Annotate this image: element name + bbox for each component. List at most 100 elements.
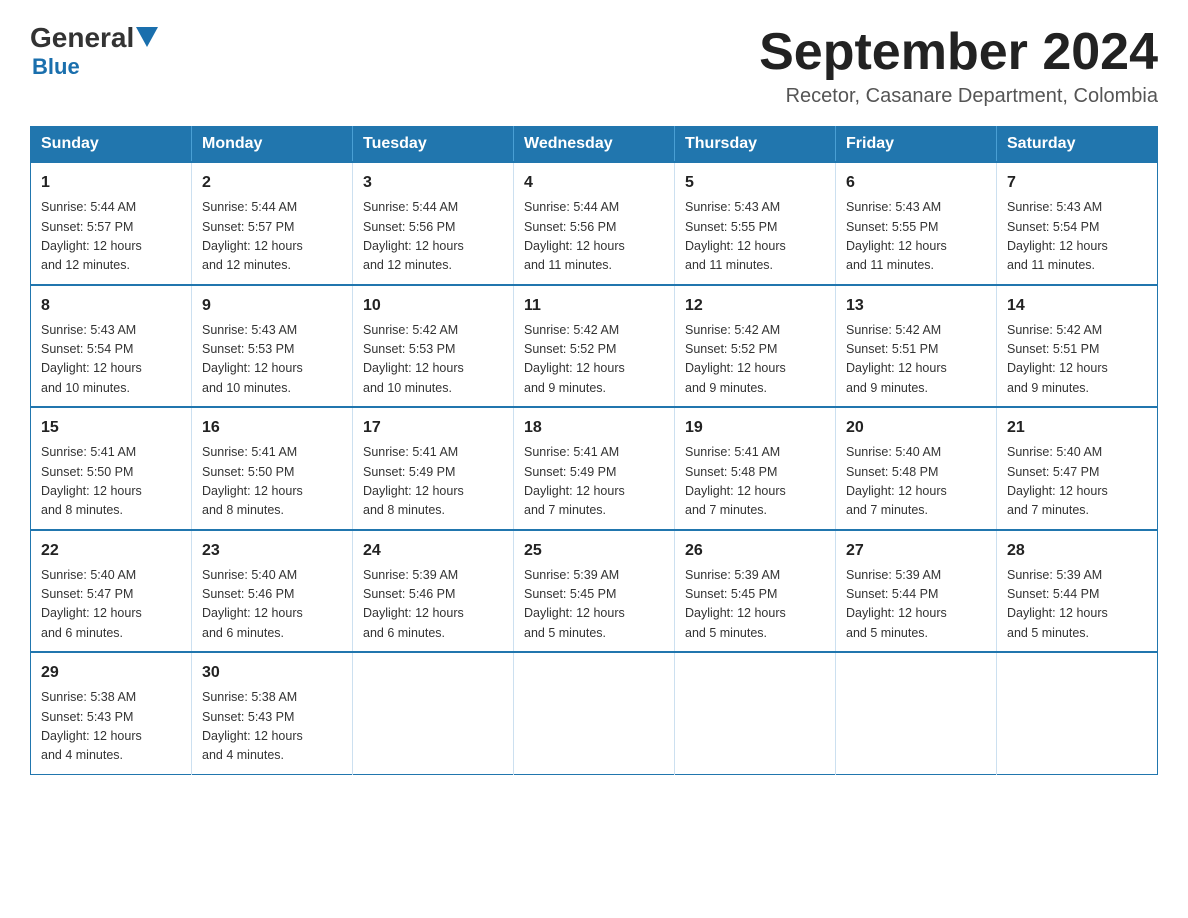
day-number: 17	[363, 416, 503, 440]
day-number: 21	[1007, 416, 1147, 440]
day-number: 9	[202, 294, 342, 318]
day-info: Sunrise: 5:39 AM Sunset: 5:45 PM Dayligh…	[685, 566, 825, 644]
weekday-header-saturday: Saturday	[997, 127, 1158, 163]
day-info: Sunrise: 5:43 AM Sunset: 5:55 PM Dayligh…	[685, 198, 825, 276]
day-info: Sunrise: 5:44 AM Sunset: 5:57 PM Dayligh…	[41, 198, 181, 276]
calendar-cell: 15 Sunrise: 5:41 AM Sunset: 5:50 PM Dayli…	[31, 407, 192, 530]
day-number: 7	[1007, 171, 1147, 195]
day-info: Sunrise: 5:42 AM Sunset: 5:52 PM Dayligh…	[524, 321, 664, 399]
day-info: Sunrise: 5:41 AM Sunset: 5:49 PM Dayligh…	[363, 443, 503, 521]
day-number: 4	[524, 171, 664, 195]
day-number: 19	[685, 416, 825, 440]
calendar-cell: 7 Sunrise: 5:43 AM Sunset: 5:54 PM Daylig…	[997, 162, 1158, 285]
day-info: Sunrise: 5:44 AM Sunset: 5:57 PM Dayligh…	[202, 198, 342, 276]
calendar-cell: 8 Sunrise: 5:43 AM Sunset: 5:54 PM Daylig…	[31, 285, 192, 408]
day-info: Sunrise: 5:40 AM Sunset: 5:48 PM Dayligh…	[846, 443, 986, 521]
day-info: Sunrise: 5:39 AM Sunset: 5:44 PM Dayligh…	[846, 566, 986, 644]
day-number: 23	[202, 539, 342, 563]
calendar-cell	[353, 652, 514, 774]
calendar-cell: 9Sunrise: 5:43 AM Sunset: 5:53 PM Daylig…	[192, 285, 353, 408]
calendar-cell: 23 Sunrise: 5:40 AM Sunset: 5:46 PM Dayli…	[192, 530, 353, 653]
calendar-cell: 25 Sunrise: 5:39 AM Sunset: 5:45 PM Dayli…	[514, 530, 675, 653]
day-number: 18	[524, 416, 664, 440]
calendar-cell: 6Sunrise: 5:43 AM Sunset: 5:55 PM Daylig…	[836, 162, 997, 285]
day-info: Sunrise: 5:41 AM Sunset: 5:48 PM Dayligh…	[685, 443, 825, 521]
day-number: 11	[524, 294, 664, 318]
day-number: 12	[685, 294, 825, 318]
day-info: Sunrise: 5:38 AM Sunset: 5:43 PM Dayligh…	[202, 688, 342, 766]
calendar-table: SundayMondayTuesdayWednesdayThursdayFrid…	[30, 126, 1158, 775]
calendar-cell	[997, 652, 1158, 774]
day-info: Sunrise: 5:43 AM Sunset: 5:55 PM Dayligh…	[846, 198, 986, 276]
day-info: Sunrise: 5:40 AM Sunset: 5:46 PM Dayligh…	[202, 566, 342, 644]
calendar-cell: 17 Sunrise: 5:41 AM Sunset: 5:49 PM Dayli…	[353, 407, 514, 530]
title-area: September 2024 Recetor, Casanare Departm…	[759, 24, 1158, 108]
calendar-week-2: 8 Sunrise: 5:43 AM Sunset: 5:54 PM Daylig…	[31, 285, 1158, 408]
day-info: Sunrise: 5:42 AM Sunset: 5:53 PM Dayligh…	[363, 321, 503, 399]
day-info: Sunrise: 5:42 AM Sunset: 5:51 PM Dayligh…	[846, 321, 986, 399]
day-number: 15	[41, 416, 181, 440]
day-number: 1	[41, 171, 181, 195]
calendar-cell: 21Sunrise: 5:40 AM Sunset: 5:47 PM Dayli…	[997, 407, 1158, 530]
day-info: Sunrise: 5:43 AM Sunset: 5:54 PM Dayligh…	[1007, 198, 1147, 276]
day-info: Sunrise: 5:44 AM Sunset: 5:56 PM Dayligh…	[524, 198, 664, 276]
day-number: 16	[202, 416, 342, 440]
calendar-cell: 29Sunrise: 5:38 AM Sunset: 5:43 PM Dayli…	[31, 652, 192, 774]
calendar-cell: 12 Sunrise: 5:42 AM Sunset: 5:52 PM Dayli…	[675, 285, 836, 408]
day-number: 26	[685, 539, 825, 563]
calendar-cell: 26 Sunrise: 5:39 AM Sunset: 5:45 PM Dayli…	[675, 530, 836, 653]
day-number: 3	[363, 171, 503, 195]
weekday-header-wednesday: Wednesday	[514, 127, 675, 163]
day-info: Sunrise: 5:39 AM Sunset: 5:44 PM Dayligh…	[1007, 566, 1147, 644]
calendar-cell: 19 Sunrise: 5:41 AM Sunset: 5:48 PM Dayli…	[675, 407, 836, 530]
day-number: 14	[1007, 294, 1147, 318]
day-number: 20	[846, 416, 986, 440]
day-number: 13	[846, 294, 986, 318]
weekday-header-monday: Monday	[192, 127, 353, 163]
calendar-week-5: 29Sunrise: 5:38 AM Sunset: 5:43 PM Dayli…	[31, 652, 1158, 774]
calendar-cell: 11 Sunrise: 5:42 AM Sunset: 5:52 PM Dayli…	[514, 285, 675, 408]
day-number: 27	[846, 539, 986, 563]
day-number: 30	[202, 661, 342, 685]
calendar-cell	[514, 652, 675, 774]
day-info: Sunrise: 5:42 AM Sunset: 5:52 PM Dayligh…	[685, 321, 825, 399]
day-number: 8	[41, 294, 181, 318]
day-number: 10	[363, 294, 503, 318]
header-area: General Blue September 2024 Recetor, Cas…	[30, 24, 1158, 108]
day-number: 2	[202, 171, 342, 195]
calendar-cell: 30 Sunrise: 5:38 AM Sunset: 5:43 PM Dayli…	[192, 652, 353, 774]
calendar-cell	[675, 652, 836, 774]
calendar-cell: 10 Sunrise: 5:42 AM Sunset: 5:53 PM Dayli…	[353, 285, 514, 408]
calendar-week-1: 1 Sunrise: 5:44 AM Sunset: 5:57 PM Daylig…	[31, 162, 1158, 285]
logo: General Blue	[30, 24, 158, 80]
calendar-header-row: SundayMondayTuesdayWednesdayThursdayFrid…	[31, 127, 1158, 163]
calendar-cell: 24 Sunrise: 5:39 AM Sunset: 5:46 PM Dayli…	[353, 530, 514, 653]
day-info: Sunrise: 5:41 AM Sunset: 5:50 PM Dayligh…	[41, 443, 181, 521]
weekday-header-thursday: Thursday	[675, 127, 836, 163]
day-number: 28	[1007, 539, 1147, 563]
day-info: Sunrise: 5:43 AM Sunset: 5:54 PM Dayligh…	[41, 321, 181, 399]
weekday-header-friday: Friday	[836, 127, 997, 163]
day-info: Sunrise: 5:39 AM Sunset: 5:46 PM Dayligh…	[363, 566, 503, 644]
day-number: 22	[41, 539, 181, 563]
calendar-cell: 4 Sunrise: 5:44 AM Sunset: 5:56 PM Daylig…	[514, 162, 675, 285]
calendar-cell: 13 Sunrise: 5:42 AM Sunset: 5:51 PM Dayli…	[836, 285, 997, 408]
day-number: 24	[363, 539, 503, 563]
calendar-cell: 1 Sunrise: 5:44 AM Sunset: 5:57 PM Daylig…	[31, 162, 192, 285]
logo-general-text: General	[30, 24, 134, 52]
calendar-cell: 2 Sunrise: 5:44 AM Sunset: 5:57 PM Daylig…	[192, 162, 353, 285]
calendar-cell: 22Sunrise: 5:40 AM Sunset: 5:47 PM Dayli…	[31, 530, 192, 653]
calendar-cell: 3 Sunrise: 5:44 AM Sunset: 5:56 PM Daylig…	[353, 162, 514, 285]
calendar-cell: 20 Sunrise: 5:40 AM Sunset: 5:48 PM Dayli…	[836, 407, 997, 530]
day-info: Sunrise: 5:44 AM Sunset: 5:56 PM Dayligh…	[363, 198, 503, 276]
day-info: Sunrise: 5:41 AM Sunset: 5:49 PM Dayligh…	[524, 443, 664, 521]
calendar-cell	[836, 652, 997, 774]
weekday-header-sunday: Sunday	[31, 127, 192, 163]
day-number: 5	[685, 171, 825, 195]
day-number: 25	[524, 539, 664, 563]
calendar-week-3: 15 Sunrise: 5:41 AM Sunset: 5:50 PM Dayli…	[31, 407, 1158, 530]
day-info: Sunrise: 5:39 AM Sunset: 5:45 PM Dayligh…	[524, 566, 664, 644]
subtitle: Recetor, Casanare Department, Colombia	[759, 85, 1158, 108]
logo-blue-text: Blue	[32, 54, 80, 80]
calendar-cell: 18 Sunrise: 5:41 AM Sunset: 5:49 PM Dayli…	[514, 407, 675, 530]
